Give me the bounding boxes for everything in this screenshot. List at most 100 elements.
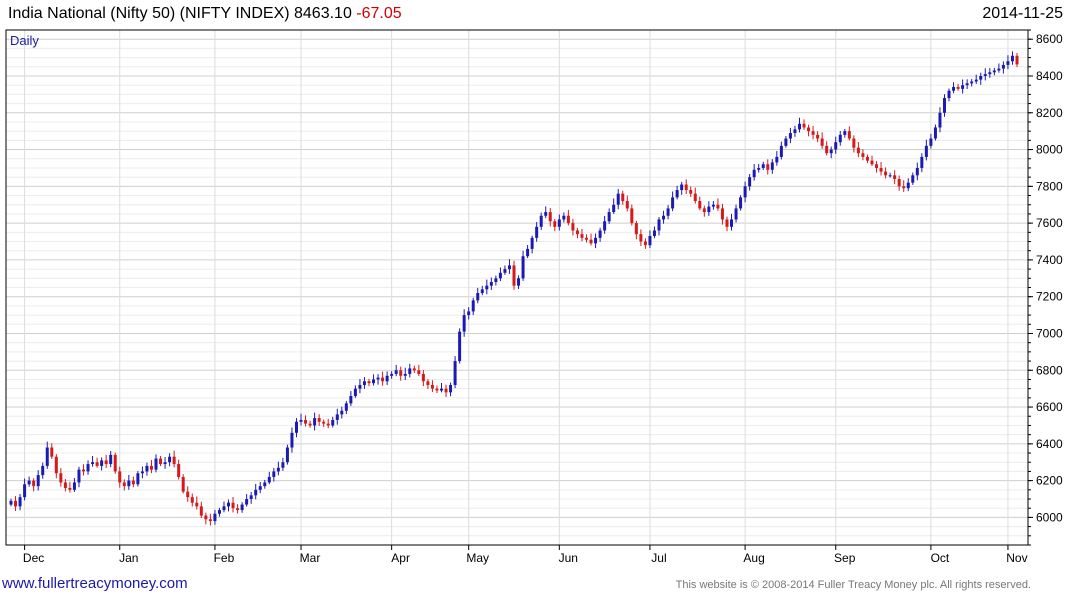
candle-body (421, 373, 425, 382)
candle (1015, 52, 1019, 68)
candle-body (208, 519, 212, 522)
candle (290, 427, 294, 453)
candle-body (304, 419, 308, 424)
candle-body (816, 134, 820, 139)
candle-body (829, 149, 833, 154)
candle-body (612, 204, 616, 213)
candle (113, 452, 117, 474)
candle (784, 135, 788, 148)
candle (580, 229, 584, 242)
candle-body (100, 460, 104, 466)
candle (698, 196, 702, 211)
candle-body (952, 87, 956, 91)
candle (444, 384, 448, 397)
candle-body (838, 134, 842, 143)
candle-body (458, 331, 462, 362)
candle (421, 370, 425, 387)
candle-body (875, 164, 879, 168)
candle-body (861, 153, 865, 157)
candle (381, 371, 385, 386)
candle-body (657, 219, 661, 231)
candle (933, 124, 937, 141)
candle-body (435, 388, 439, 391)
candle (168, 453, 172, 467)
candle-body (807, 127, 811, 132)
candle (938, 107, 942, 133)
x-tick-label: Oct (931, 551, 950, 565)
candle (779, 141, 783, 160)
candle (793, 125, 797, 137)
candle-body (385, 375, 389, 382)
candle (227, 499, 231, 512)
candle-body (109, 454, 113, 465)
candle-body (376, 377, 380, 380)
candle-body (399, 370, 403, 376)
candle-body (643, 241, 647, 246)
candle-body (557, 219, 561, 227)
y-tick-label: 7600 (1036, 216, 1063, 230)
candle (761, 161, 765, 170)
y-tick-label: 8400 (1036, 69, 1063, 83)
candle-body (390, 373, 394, 376)
candle (281, 457, 285, 471)
candle-body (580, 234, 584, 238)
candle (385, 371, 389, 385)
candle (412, 365, 416, 374)
candle (838, 130, 842, 146)
candle (693, 187, 697, 204)
candle-body (911, 175, 915, 183)
candle-body (802, 123, 806, 128)
candle (952, 82, 956, 94)
candle-body (1006, 61, 1010, 65)
candle (222, 501, 226, 513)
candle-body (181, 476, 185, 492)
candle-body (970, 81, 974, 84)
x-tick-label: Apr (391, 551, 410, 565)
candle-body (349, 396, 353, 404)
candle (575, 227, 579, 239)
candle-body (18, 497, 22, 507)
candle (77, 466, 81, 488)
candle (285, 444, 289, 465)
candle-body (503, 269, 507, 273)
candle (403, 367, 407, 381)
candle (666, 205, 670, 220)
candle-body (231, 502, 235, 509)
candle-body (933, 127, 937, 139)
site-link[interactable]: www.fullertreacymoney.com (2, 575, 188, 592)
candle-body (240, 504, 244, 511)
candle (598, 227, 602, 242)
candle (929, 133, 933, 149)
candle (906, 178, 910, 192)
candle-body (344, 403, 348, 411)
candle-body (258, 486, 262, 490)
y-tick-label: 8000 (1036, 143, 1063, 157)
candle-body (467, 311, 471, 316)
candle-body (979, 75, 983, 80)
candle-body (462, 315, 466, 332)
candle (249, 492, 253, 504)
candle-body (36, 475, 40, 487)
candle (100, 457, 104, 471)
candle (390, 371, 394, 379)
candle (254, 483, 258, 500)
candle-body (947, 90, 951, 99)
candle-body (725, 219, 729, 227)
candle-body (594, 237, 598, 244)
candle-body (535, 226, 539, 238)
candle-body (245, 499, 249, 505)
candle-body (512, 265, 516, 286)
candle-body (589, 239, 593, 244)
candle-body (562, 215, 566, 220)
candle (372, 374, 376, 386)
y-tick-label: 6600 (1036, 400, 1063, 414)
candle-body (82, 469, 86, 472)
candle (163, 457, 167, 469)
candle (308, 420, 312, 428)
candle-body (743, 186, 747, 198)
candle (313, 412, 317, 431)
candle-body (965, 83, 969, 86)
candle (797, 117, 801, 133)
candle (408, 363, 412, 378)
candle-body (571, 223, 575, 231)
